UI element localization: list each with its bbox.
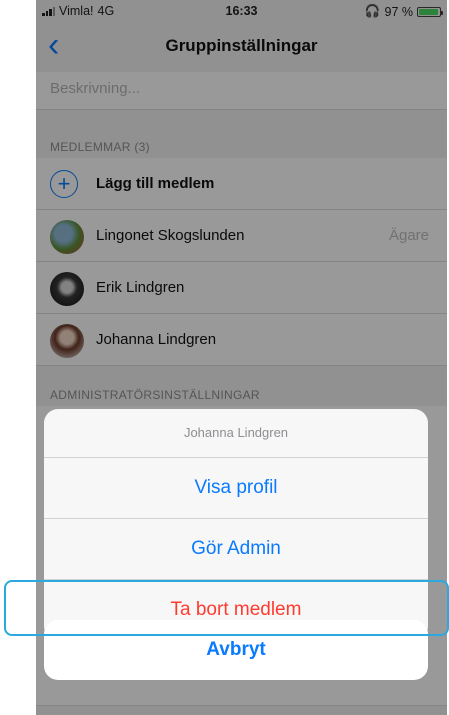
action-sheet-title: Johanna Lindgren xyxy=(44,409,428,458)
make-admin-button[interactable]: Gör Admin xyxy=(44,519,428,580)
view-profile-button[interactable]: Visa profil xyxy=(44,458,428,519)
highlight-box xyxy=(4,580,449,636)
